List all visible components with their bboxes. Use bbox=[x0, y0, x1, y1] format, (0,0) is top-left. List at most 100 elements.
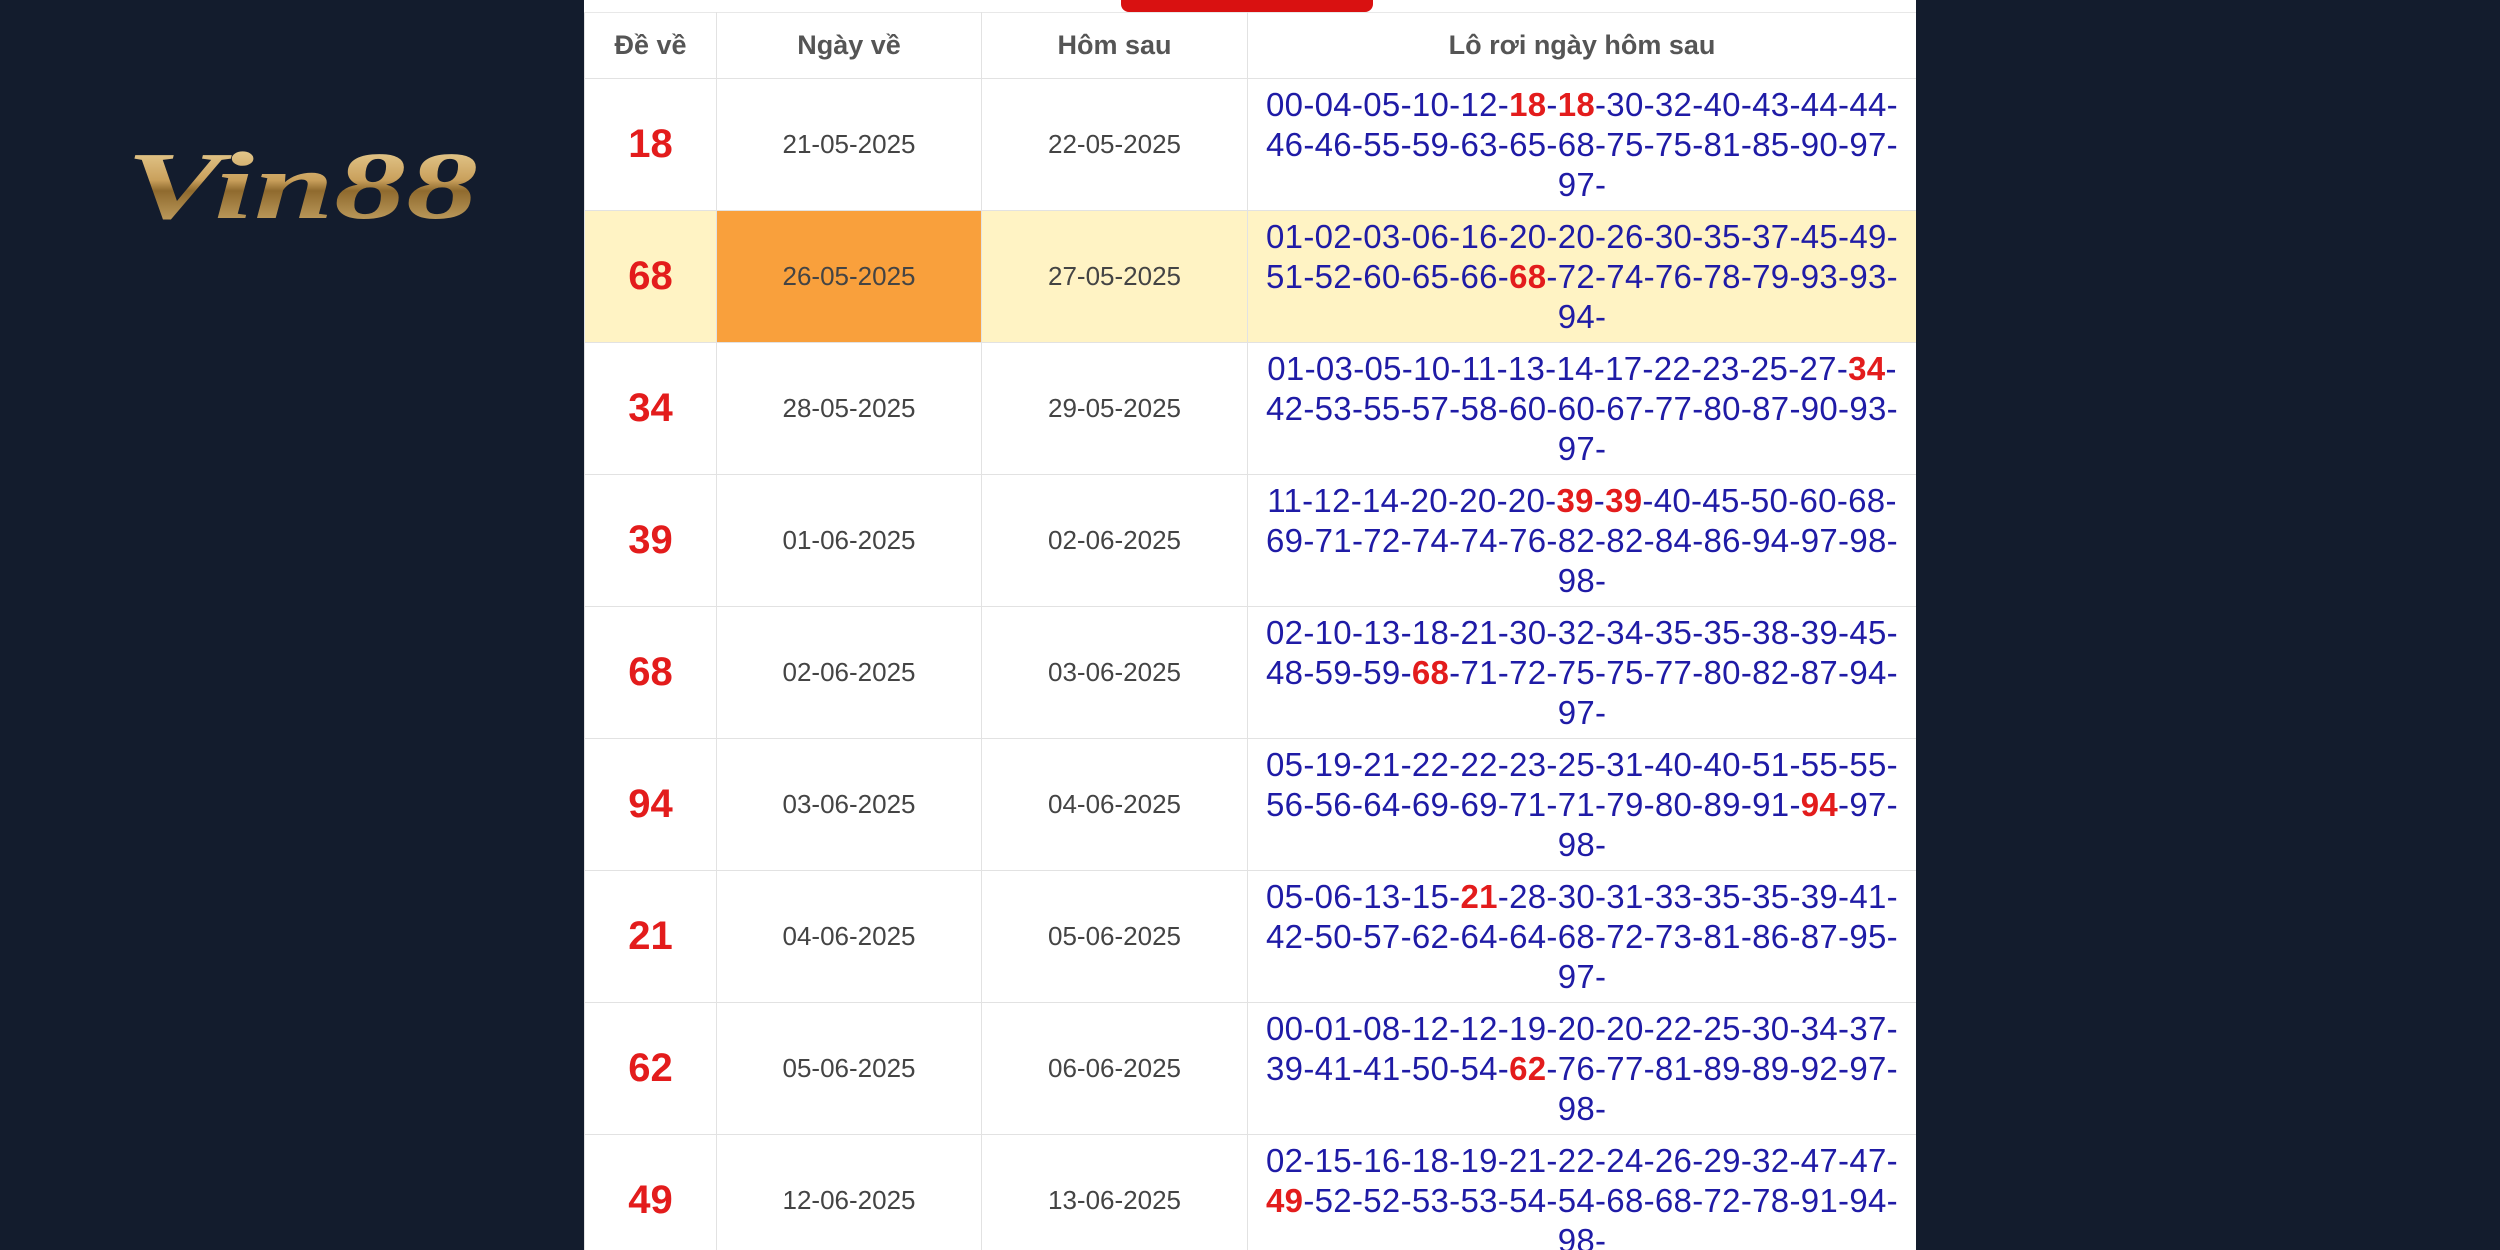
lo-number: 86 bbox=[1752, 917, 1790, 955]
lo-number: 32 bbox=[1654, 85, 1693, 123]
header-lo-roi: Lô rơi ngày hôm sau bbox=[1247, 12, 1916, 79]
lo-number: 62 bbox=[1411, 917, 1450, 955]
lo-number: 51 bbox=[1752, 745, 1790, 783]
lo-number: 05 bbox=[1363, 85, 1401, 123]
lo-number: 14 bbox=[1556, 349, 1594, 387]
lo-number: 40 bbox=[1654, 745, 1693, 783]
lo-number: 20 bbox=[1509, 217, 1547, 255]
ngay-ve-cell: 01-06-2025 bbox=[716, 474, 982, 607]
lo-number: 35 bbox=[1703, 877, 1741, 915]
lo-number: 97 bbox=[1849, 125, 1887, 163]
lo-number: 26 bbox=[1606, 217, 1644, 255]
lo-number: 53 bbox=[1460, 1181, 1498, 1219]
lo-number: 93 bbox=[1849, 389, 1887, 427]
de-ve-cell: 94 bbox=[584, 738, 717, 871]
lo-number: 04 bbox=[1314, 85, 1352, 123]
lo-number: 39 bbox=[1800, 613, 1839, 651]
lo-number: 71 bbox=[1314, 521, 1352, 559]
lo-number: 48 bbox=[1266, 653, 1304, 691]
lo-roi-table: Đề về Ngày về Hôm sau Lô rơi ngày hôm sa… bbox=[584, 12, 1916, 1250]
hom-sau-cell: 05-06-2025 bbox=[981, 870, 1248, 1003]
hom-sau-cell: 02-06-2025 bbox=[981, 474, 1248, 607]
lo-number: 12 bbox=[1313, 481, 1351, 519]
de-ve-cell: 68 bbox=[584, 210, 717, 343]
lo-number: 84 bbox=[1654, 521, 1693, 559]
lo-number: 01 bbox=[1314, 1009, 1352, 1047]
lo-number: 32 bbox=[1557, 613, 1595, 651]
hom-sau-cell: 27-05-2025 bbox=[981, 210, 1248, 343]
lo-number: 90 bbox=[1800, 125, 1839, 163]
lo-number: 97 bbox=[1849, 1049, 1887, 1087]
active-tab-indicator[interactable] bbox=[1121, 0, 1373, 12]
hom-sau-cell: 22-05-2025 bbox=[981, 78, 1248, 211]
table-row: 18 21-05-2025 22-05-2025 00-04-05-10-12-18-… bbox=[584, 78, 1916, 211]
lo-number: 13 bbox=[1507, 349, 1546, 387]
lo-number: 03 bbox=[1363, 217, 1401, 255]
lo-number: 28 bbox=[1509, 877, 1547, 915]
lo-number: 01 bbox=[1267, 349, 1305, 387]
ngay-ve-cell: 28-05-2025 bbox=[716, 342, 982, 475]
lo-number-hit: 49 bbox=[1266, 1181, 1304, 1219]
lo-number: 02 bbox=[1266, 613, 1304, 651]
ngay-ve-cell: 03-06-2025 bbox=[716, 738, 982, 871]
lo-number: 81 bbox=[1654, 1049, 1693, 1087]
lo-number: 58 bbox=[1460, 389, 1498, 427]
lo-number: 75 bbox=[1606, 125, 1644, 163]
lo-number: 57 bbox=[1411, 389, 1450, 427]
de-ve-cell: 39 bbox=[584, 474, 717, 607]
lo-number: 97 bbox=[1557, 429, 1595, 467]
lo-number: 44 bbox=[1800, 85, 1839, 123]
lo-number: 72 bbox=[1703, 1181, 1741, 1219]
lo-number: 78 bbox=[1703, 257, 1741, 295]
lo-number: 72 bbox=[1606, 917, 1644, 955]
lo-number: 40 bbox=[1653, 481, 1691, 519]
lo-number: 75 bbox=[1654, 125, 1693, 163]
lo-number: 68 bbox=[1557, 125, 1595, 163]
lo-number-hit: 18 bbox=[1557, 85, 1595, 123]
lo-number: 72 bbox=[1509, 653, 1547, 691]
lo-number: 35 bbox=[1703, 613, 1741, 651]
lo-number: 25 bbox=[1750, 349, 1789, 387]
lo-number: 19 bbox=[1314, 745, 1352, 783]
lo-number: 19 bbox=[1509, 1009, 1547, 1047]
lo-number: 80 bbox=[1703, 653, 1741, 691]
table-row: 94 03-06-2025 04-06-2025 05-19-21-22-22-23-… bbox=[584, 738, 1916, 871]
lo-number-hit: 94 bbox=[1800, 785, 1839, 823]
lo-number: 29 bbox=[1703, 1141, 1741, 1179]
lo-number: 22 bbox=[1411, 745, 1450, 783]
lo-number: 21 bbox=[1363, 745, 1401, 783]
lo-number: 10 bbox=[1314, 613, 1352, 651]
lo-number: 34 bbox=[1606, 613, 1644, 651]
lo-number: 76 bbox=[1509, 521, 1547, 559]
lo-number: 78 bbox=[1752, 1181, 1790, 1219]
lo-number: 22 bbox=[1557, 1141, 1595, 1179]
lo-number: 71 bbox=[1460, 653, 1498, 691]
de-ve-cell: 68 bbox=[584, 606, 717, 739]
lo-number: 00 bbox=[1266, 1009, 1304, 1047]
lo-number: 41 bbox=[1363, 1049, 1401, 1087]
lo-number-hit: 68 bbox=[1509, 257, 1547, 295]
lo-number-hit: 39 bbox=[1605, 481, 1643, 519]
lo-roi-cell: 02-10-13-18-21-30-32-34-35-35-38-39-45-4… bbox=[1247, 606, 1916, 739]
lo-number: 37 bbox=[1849, 1009, 1887, 1047]
lo-number: 65 bbox=[1411, 257, 1450, 295]
lo-number: 35 bbox=[1703, 217, 1741, 255]
lo-number: 55 bbox=[1800, 745, 1839, 783]
header-de-ve: Đề về bbox=[584, 12, 717, 79]
lo-number: 14 bbox=[1362, 481, 1400, 519]
lo-number: 02 bbox=[1314, 217, 1352, 255]
header-ngay-ve: Ngày về bbox=[716, 12, 982, 79]
lo-number: 53 bbox=[1411, 1181, 1450, 1219]
lo-number: 66 bbox=[1460, 257, 1498, 295]
table-row: 68 26-05-2025 27-05-2025 01-02-03-06-16-20-… bbox=[584, 210, 1916, 343]
lo-number: 52 bbox=[1314, 1181, 1352, 1219]
table-row: 34 28-05-2025 29-05-2025 01-03-05-10-11-13-… bbox=[584, 342, 1916, 475]
lo-number: 06 bbox=[1411, 217, 1450, 255]
lo-number: 82 bbox=[1606, 521, 1644, 559]
table-row: 62 05-06-2025 06-06-2025 00-01-08-12-12-19-… bbox=[584, 1002, 1916, 1135]
lo-number: 02 bbox=[1266, 1141, 1304, 1179]
ngay-ve-cell: 05-06-2025 bbox=[716, 1002, 982, 1135]
de-ve-cell: 62 bbox=[584, 1002, 717, 1135]
lo-number: 32 bbox=[1752, 1141, 1790, 1179]
lo-number: 75 bbox=[1557, 653, 1595, 691]
